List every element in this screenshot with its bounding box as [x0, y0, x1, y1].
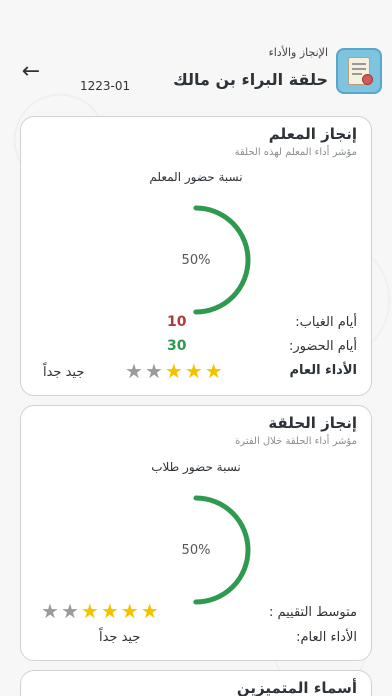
performance-label: الأداء العام: [289, 363, 357, 378]
gauge-percent: 50%: [181, 252, 211, 268]
card-title: أسماء المتميزين: [236, 679, 357, 696]
attendance-label: أيام الحضور:: [289, 339, 357, 354]
header-code: 1223-01: [80, 79, 131, 93]
rating-stars: ★ ★ ★ ★ ★ ★: [41, 601, 159, 621]
header-title: حلقة البراء بن مالك: [173, 70, 328, 89]
excellent-students-card[interactable]: أسماء المتميزين: [20, 670, 372, 696]
attendance-value: 30: [167, 338, 187, 354]
performance-text: جيد جداً: [99, 630, 141, 645]
avg-rating-label: متوسط التقييم :: [268, 605, 357, 620]
page-header: ← الإنجاز والأداء حلقة البراء بن مالك 12…: [0, 44, 392, 104]
rating-stars: ★ ★ ★ ★ ★: [125, 361, 223, 381]
gauge-label: نسبة حضور طلاب: [151, 460, 241, 474]
certificate-icon: [336, 48, 382, 94]
star-filled-icon: ★: [120, 599, 139, 623]
back-button[interactable]: ←: [18, 58, 44, 84]
attendance-gauge: 50%: [136, 490, 256, 610]
star-empty-icon: ★: [125, 359, 143, 383]
performance-label: الأداء العام:: [296, 630, 357, 645]
star-filled-icon: ★: [80, 599, 99, 623]
card-subtitle: مؤشر أداء الحلقة خلال الفترة: [235, 436, 357, 447]
star-empty-icon: ★: [60, 599, 79, 623]
card-title: إنجاز الحلقة: [268, 414, 357, 432]
gauge-percent: 50%: [181, 542, 211, 558]
star-filled-icon: ★: [184, 359, 203, 383]
arrow-left-icon: ←: [21, 58, 41, 84]
star-empty-icon: ★: [41, 599, 59, 623]
card-title: إنجاز المعلم: [268, 125, 357, 143]
absence-value: 10: [167, 314, 187, 330]
gauge-label: نسبة حضور المعلم: [149, 170, 243, 184]
star-filled-icon: ★: [140, 599, 159, 623]
star-filled-icon: ★: [204, 359, 223, 383]
star-filled-icon: ★: [164, 359, 183, 383]
teacher-achievement-card: إنجاز المعلم مؤشر أداء المعلم لهذه الحلق…: [20, 116, 372, 396]
card-subtitle: مؤشر أداء المعلم لهذه الحلقة: [234, 147, 357, 158]
circle-achievement-card: إنجاز الحلقة مؤشر أداء الحلقة خلال الفتر…: [20, 405, 372, 661]
performance-text: جيد جداً: [43, 365, 85, 380]
star-empty-icon: ★: [144, 359, 163, 383]
attendance-gauge: 50%: [136, 200, 256, 320]
header-subtitle: الإنجاز والأداء: [268, 46, 328, 59]
star-filled-icon: ★: [100, 599, 119, 623]
absence-label: أيام الغياب:: [295, 315, 357, 330]
